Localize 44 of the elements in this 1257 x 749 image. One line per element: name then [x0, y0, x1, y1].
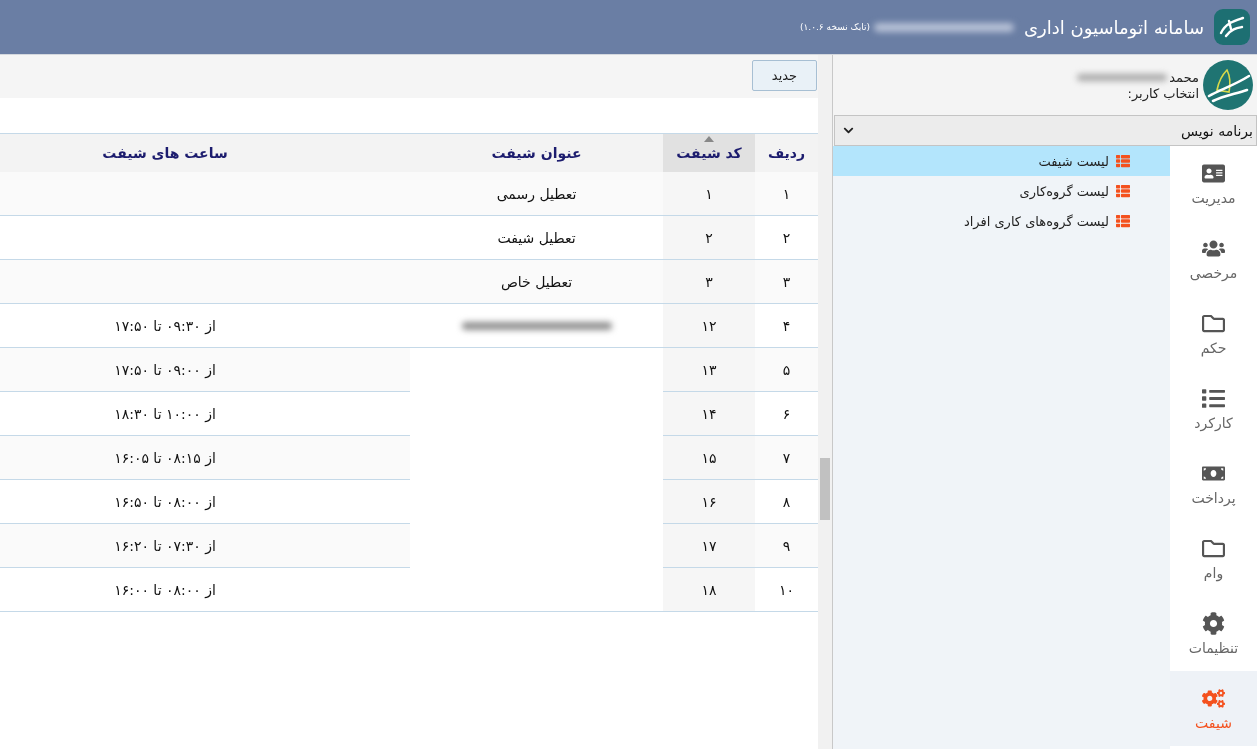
table-cell: ۳: [663, 260, 755, 304]
table-cell: ۳: [755, 260, 818, 304]
table-cell: ۱۶: [663, 480, 755, 524]
table-cell: ۱: [755, 172, 818, 216]
table-cell: ۱۸: [663, 568, 755, 612]
table-cell: از ۰۹:۰۰ تا ۱۷:۵۰: [0, 348, 410, 392]
table-cell: ۱۴: [663, 392, 755, 436]
user-select-label: انتخاب کاربر:: [1126, 85, 1199, 101]
list-icon: [1116, 184, 1130, 198]
new-button[interactable]: جدید: [752, 60, 817, 91]
list-icon: [1116, 214, 1130, 228]
sort-caret-icon: [704, 136, 714, 142]
list-icon: [1202, 386, 1225, 410]
table-cell: از ۰۷:۳۰ تا ۱۶:۲۰: [0, 524, 410, 568]
settings-icon: [1202, 611, 1225, 635]
version-label: (تابک نسخه ۱.۰.۶): [799, 22, 870, 32]
list-icon: [1116, 154, 1130, 168]
column-header[interactable]: ساعت های شیفت: [0, 134, 410, 172]
table-cell: ۱: [663, 172, 755, 216]
table-cell: ۱۵: [663, 436, 755, 480]
column-header[interactable]: کد شیفت: [663, 134, 755, 172]
submenu-item[interactable]: لیست گروه‌کاری: [833, 176, 1170, 206]
table-cell: ۱۲: [663, 304, 755, 348]
app-logo-icon: [1214, 9, 1250, 45]
table-cell: ۲: [663, 216, 755, 260]
gears-icon: [1202, 686, 1225, 710]
table-cell: ۷: [755, 436, 818, 480]
avatar-logo-icon: [1203, 60, 1253, 110]
table-cell: از ۰۸:۱۵ تا ۱۶:۰۵: [0, 436, 410, 480]
column-header[interactable]: عنوان شیفت: [410, 134, 663, 172]
column-header[interactable]: ردیف: [755, 134, 818, 172]
table-cell: ۱۷: [663, 524, 755, 568]
table-cell: ۵: [755, 348, 818, 392]
table-cell: ۹: [755, 524, 818, 568]
role-select[interactable]: برنامه نویس: [834, 115, 1257, 146]
chevron-down-icon: [843, 125, 854, 136]
app-title: سامانه اتوماسیون اداری: [1023, 16, 1204, 38]
submenu-item[interactable]: لیست گروه‌های کاری افراد: [833, 206, 1170, 236]
table-cell: ۱۳: [663, 348, 755, 392]
table-cell: تعطیل خاص: [410, 260, 663, 304]
table-cell: تعطیل رسمی: [410, 172, 663, 216]
submenu-item[interactable]: لیست شیفت: [833, 146, 1170, 176]
scrollbar-thumb[interactable]: [820, 458, 830, 520]
user-name: محمد: [1169, 69, 1199, 85]
